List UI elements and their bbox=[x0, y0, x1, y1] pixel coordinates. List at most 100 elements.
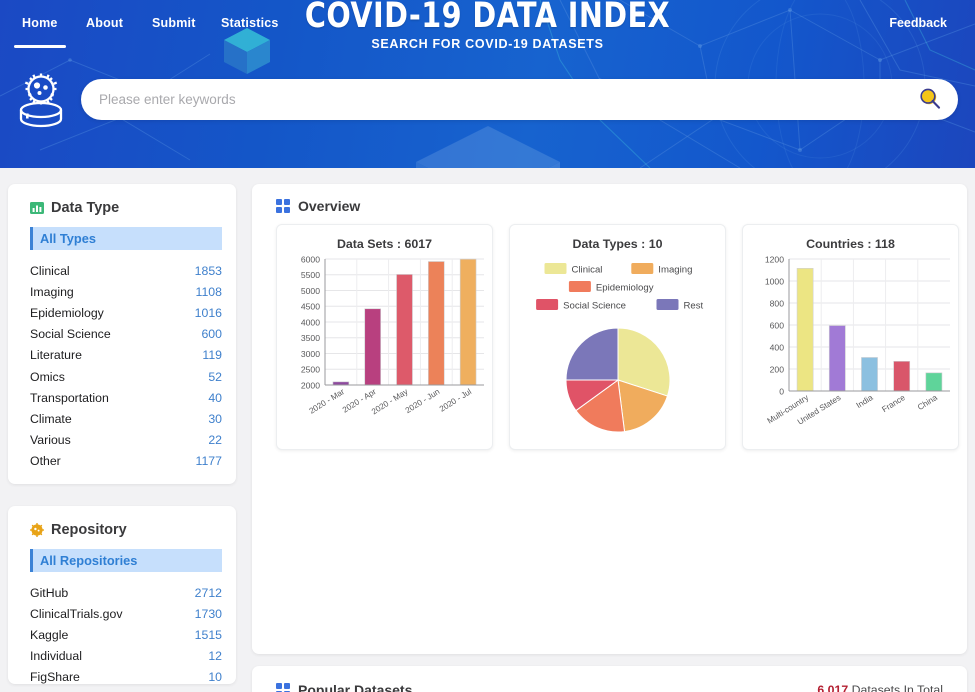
nav-item-submit[interactable]: Submit bbox=[150, 12, 198, 34]
svg-text:400: 400 bbox=[770, 342, 785, 352]
facet-header-repository: Repository bbox=[30, 522, 127, 538]
datasets-total: 6,017 Datasets In Total bbox=[817, 683, 943, 692]
facet-row[interactable]: Other 1177 bbox=[30, 451, 222, 472]
facet-row-count: 10 bbox=[208, 670, 222, 685]
svg-text:Social Science: Social Science bbox=[563, 300, 626, 311]
facet-row-label: Social Science bbox=[30, 327, 111, 342]
facet-row[interactable]: Clinical 1853 bbox=[30, 260, 222, 281]
facet-row-count: 1177 bbox=[195, 454, 222, 469]
nav-item-about[interactable]: About bbox=[84, 12, 125, 34]
search-button[interactable] bbox=[919, 88, 942, 111]
grid-icon bbox=[276, 683, 290, 692]
svg-text:800: 800 bbox=[770, 298, 785, 308]
facet-row-count: 1016 bbox=[194, 305, 222, 320]
chart-card-data-sets: Data Sets : 6017 2000 2500 3000 3500 4000 450… bbox=[276, 224, 493, 450]
facet-row[interactable]: Omics 52 bbox=[30, 366, 222, 387]
facet-row-label: Omics bbox=[30, 369, 65, 384]
popular-datasets-header: Popular Datasets bbox=[276, 682, 412, 692]
facet-all-types[interactable]: All Types bbox=[30, 227, 222, 250]
facet-row[interactable]: Individual 12 bbox=[30, 646, 222, 667]
facet-all-repositories-label: All Repositories bbox=[40, 553, 138, 568]
svg-text:Imaging: Imaging bbox=[658, 264, 692, 275]
chart-title-countries: Countries : 118 bbox=[806, 237, 895, 251]
svg-text:Clinical: Clinical bbox=[572, 264, 603, 275]
nav-item-statistics[interactable]: Statistics bbox=[219, 12, 281, 34]
facet-row[interactable]: GitHub 2712 bbox=[30, 582, 222, 603]
facet-row-label: Imaging bbox=[30, 284, 74, 299]
svg-text:4000: 4000 bbox=[301, 317, 320, 327]
svg-text:France: France bbox=[880, 393, 907, 414]
facet-row-count: 1108 bbox=[195, 284, 222, 299]
virus-icon bbox=[30, 523, 44, 537]
bar-chart-icon bbox=[30, 202, 44, 214]
facet-row[interactable]: Epidemiology 1016 bbox=[30, 302, 222, 323]
facet-list-data-type: Clinical 1853 Imaging 1108 Epidemiology … bbox=[30, 260, 222, 472]
facet-row-label: Kaggle bbox=[30, 627, 69, 642]
datasets-total-number: 6,017 bbox=[817, 683, 849, 692]
facet-row-label: Other bbox=[30, 454, 61, 469]
datasets-total-suffix: Datasets In Total bbox=[848, 683, 943, 692]
svg-text:2020 - Jul: 2020 - Jul bbox=[438, 387, 473, 414]
svg-text:5000: 5000 bbox=[301, 286, 320, 296]
facet-list-repository: GitHub 2712 ClinicalTrials.gov 1730 Kagg… bbox=[30, 582, 222, 688]
svg-text:India: India bbox=[855, 393, 875, 410]
svg-text:2500: 2500 bbox=[301, 365, 320, 375]
facet-row[interactable]: Various 22 bbox=[30, 430, 222, 451]
facet-row[interactable]: Social Science 600 bbox=[30, 324, 222, 345]
facet-row[interactable]: Literature 119 bbox=[30, 345, 222, 366]
facet-row-label: Literature bbox=[30, 348, 82, 363]
chart-data-types[interactable]: Clinical Imaging Epidemiology Social Scienc… bbox=[510, 225, 727, 451]
chart-card-data-types: Data Types : 10 Clinical Imaging Epidemiol… bbox=[509, 224, 726, 450]
chart-data-sets[interactable]: 2000 2500 3000 3500 4000 4500 5000 5500 6000 2020… bbox=[277, 225, 494, 451]
search-input[interactable] bbox=[99, 79, 899, 120]
facet-row-count: 1853 bbox=[194, 263, 222, 278]
svg-text:1200: 1200 bbox=[765, 254, 784, 264]
chart-card-countries: Countries : 118 0 200 400 600 800 1000 1200 Mul… bbox=[742, 224, 959, 450]
svg-text:2020 - Mar: 2020 - Mar bbox=[308, 387, 347, 416]
facet-row-count: 52 bbox=[208, 369, 222, 384]
facet-row[interactable]: FigShare 10 bbox=[30, 667, 222, 688]
facet-panel-data-type: Data Type All Types Clinical 1853 Imagin… bbox=[8, 184, 236, 484]
facet-title-repository: Repository bbox=[51, 522, 127, 538]
nav-item-feedback[interactable]: Feedback bbox=[887, 12, 949, 34]
overview-panel: Overview Data Sets : 6017 2000 2500 3000 35… bbox=[252, 184, 967, 654]
chart-countries[interactable]: 020040060080010001200Multi-countryUnited… bbox=[743, 225, 960, 451]
facet-row-count: 22 bbox=[208, 433, 222, 448]
svg-text:2020 - May: 2020 - May bbox=[370, 387, 410, 417]
overview-header: Overview bbox=[276, 198, 360, 214]
svg-text:2000: 2000 bbox=[301, 380, 320, 390]
facet-row-count: 2712 bbox=[194, 585, 222, 600]
search-icon bbox=[920, 88, 941, 109]
page-body: Data Type All Types Clinical 1853 Imagin… bbox=[0, 168, 975, 692]
facet-row-count: 30 bbox=[208, 411, 222, 426]
nav-item-home[interactable]: Home bbox=[14, 12, 65, 48]
facet-row-label: GitHub bbox=[30, 585, 69, 600]
facet-all-repositories[interactable]: All Repositories bbox=[30, 549, 222, 572]
facet-row-count: 40 bbox=[208, 390, 222, 405]
facet-row-count: 1515 bbox=[194, 627, 222, 642]
facet-row-label: Climate bbox=[30, 411, 72, 426]
facet-row[interactable]: Kaggle 1515 bbox=[30, 624, 222, 645]
facet-row-count: 12 bbox=[208, 649, 222, 664]
popular-datasets-panel: Popular Datasets 6,017 Datasets In Total bbox=[252, 666, 967, 692]
facet-row[interactable]: Imaging 1108 bbox=[30, 281, 222, 302]
svg-text:Epidemiology: Epidemiology bbox=[596, 282, 654, 293]
svg-text:1000: 1000 bbox=[765, 276, 784, 286]
svg-text:0: 0 bbox=[779, 386, 784, 396]
facet-row-count: 1730 bbox=[194, 606, 222, 621]
site-header: COVID-19 DATA INDEX SEARCH FOR COVID-19 … bbox=[0, 0, 975, 168]
facet-row[interactable]: Transportation 40 bbox=[30, 387, 222, 408]
facet-row[interactable]: ClinicalTrials.gov 1730 bbox=[30, 603, 222, 624]
facet-header-data-type: Data Type bbox=[30, 200, 119, 216]
svg-text:China: China bbox=[916, 393, 939, 412]
svg-text:4500: 4500 bbox=[301, 302, 320, 312]
facet-all-types-label: All Types bbox=[40, 231, 96, 246]
facet-row[interactable]: Climate 30 bbox=[30, 408, 222, 429]
chart-title-data-sets: Data Sets : 6017 bbox=[336, 237, 433, 251]
facet-row-count: 600 bbox=[201, 327, 222, 342]
facet-row-label: ClinicalTrials.gov bbox=[30, 606, 123, 621]
main-nav: Home About Submit Statistics Feedback bbox=[0, 12, 975, 52]
facet-panel-repository: Repository All Repositories GitHub 2712 … bbox=[8, 506, 236, 684]
facet-row-label: Transportation bbox=[30, 390, 109, 405]
virus-database-icon bbox=[19, 73, 63, 128]
